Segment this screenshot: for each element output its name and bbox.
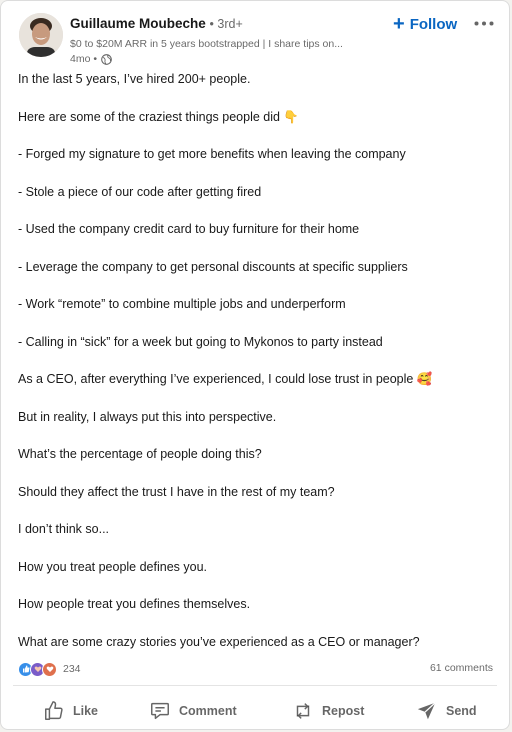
avatar[interactable] (19, 13, 63, 57)
more-options-button[interactable] (472, 13, 496, 33)
post-line: How people treat you defines themselves. (18, 597, 251, 611)
repost-button[interactable]: Repost (292, 693, 364, 729)
post-line: I don’t think so... (18, 522, 110, 536)
post-line: In the last 5 years, I’ve hired 200+ peo… (18, 72, 251, 86)
ellipsis-icon (474, 21, 494, 25)
reaction-icons (18, 661, 57, 677)
post-line: - Work “remote” to combine multiple jobs… (18, 297, 346, 311)
social-actions-bar: Like Comment Repost Send (1, 693, 511, 729)
comment-label: Comment (179, 704, 237, 718)
post-time-row: 4mo • (70, 53, 112, 65)
globe-icon (101, 53, 112, 65)
post-line: What are some crazy stories you’ve exper… (18, 634, 420, 649)
post-line: - Calling in “sick” for a week but going… (18, 334, 383, 349)
like-label: Like (73, 704, 99, 718)
post-line: - Stole a piece of our code after gettin… (18, 184, 262, 199)
post-line: - Leverage the company to get personal d… (18, 259, 408, 274)
follow-button[interactable]: + Follow (393, 12, 457, 36)
reaction-count: 234 (63, 663, 81, 675)
post-line: - Used the company credit card to buy fu… (18, 222, 360, 236)
post-time: 4mo • (70, 53, 98, 65)
follow-label: Follow (409, 15, 458, 33)
post-line: As a CEO, after everything I’ve experien… (18, 372, 433, 386)
send-label: Send (446, 704, 477, 718)
comment-button[interactable]: Comment (149, 693, 237, 729)
love-reaction-icon (42, 661, 57, 677)
comments-count-link[interactable]: 61 comments (430, 662, 493, 674)
comment-icon (151, 702, 169, 720)
repost-label: Repost (322, 704, 365, 718)
send-icon (417, 702, 436, 720)
send-button[interactable]: Send (416, 693, 477, 729)
thumbs-up-icon (45, 701, 63, 720)
post-line: How you treat people defines you. (18, 559, 208, 574)
repost-icon (296, 703, 310, 719)
like-button[interactable]: Like (43, 693, 98, 729)
reactions-summary[interactable]: 234 (18, 661, 81, 677)
author-name-row[interactable]: Guillaume Moubeche • 3rd+ (70, 16, 243, 31)
divider (13, 685, 497, 686)
author-name[interactable]: Guillaume Moubeche (70, 16, 206, 31)
post-body: In the last 5 years, I’ve hired 200+ peo… (18, 71, 498, 671)
post-line: What’s the percentage of people doing th… (18, 447, 262, 461)
post-line: Here are some of the craziest things peo… (18, 109, 299, 124)
post-line: But in reality, I always put this into p… (18, 409, 277, 424)
post-line: Should they affect the trust I have in t… (18, 484, 335, 499)
author-headline: $0 to $20M ARR in 5 years bootstrapped |… (70, 38, 343, 50)
plus-icon: + (393, 13, 405, 35)
post-card: Guillaume Moubeche • 3rd+ $0 to $20M ARR… (0, 0, 510, 730)
connection-degree: • 3rd+ (209, 17, 243, 31)
post-line: - Forged my signature to get more benefi… (18, 147, 406, 161)
